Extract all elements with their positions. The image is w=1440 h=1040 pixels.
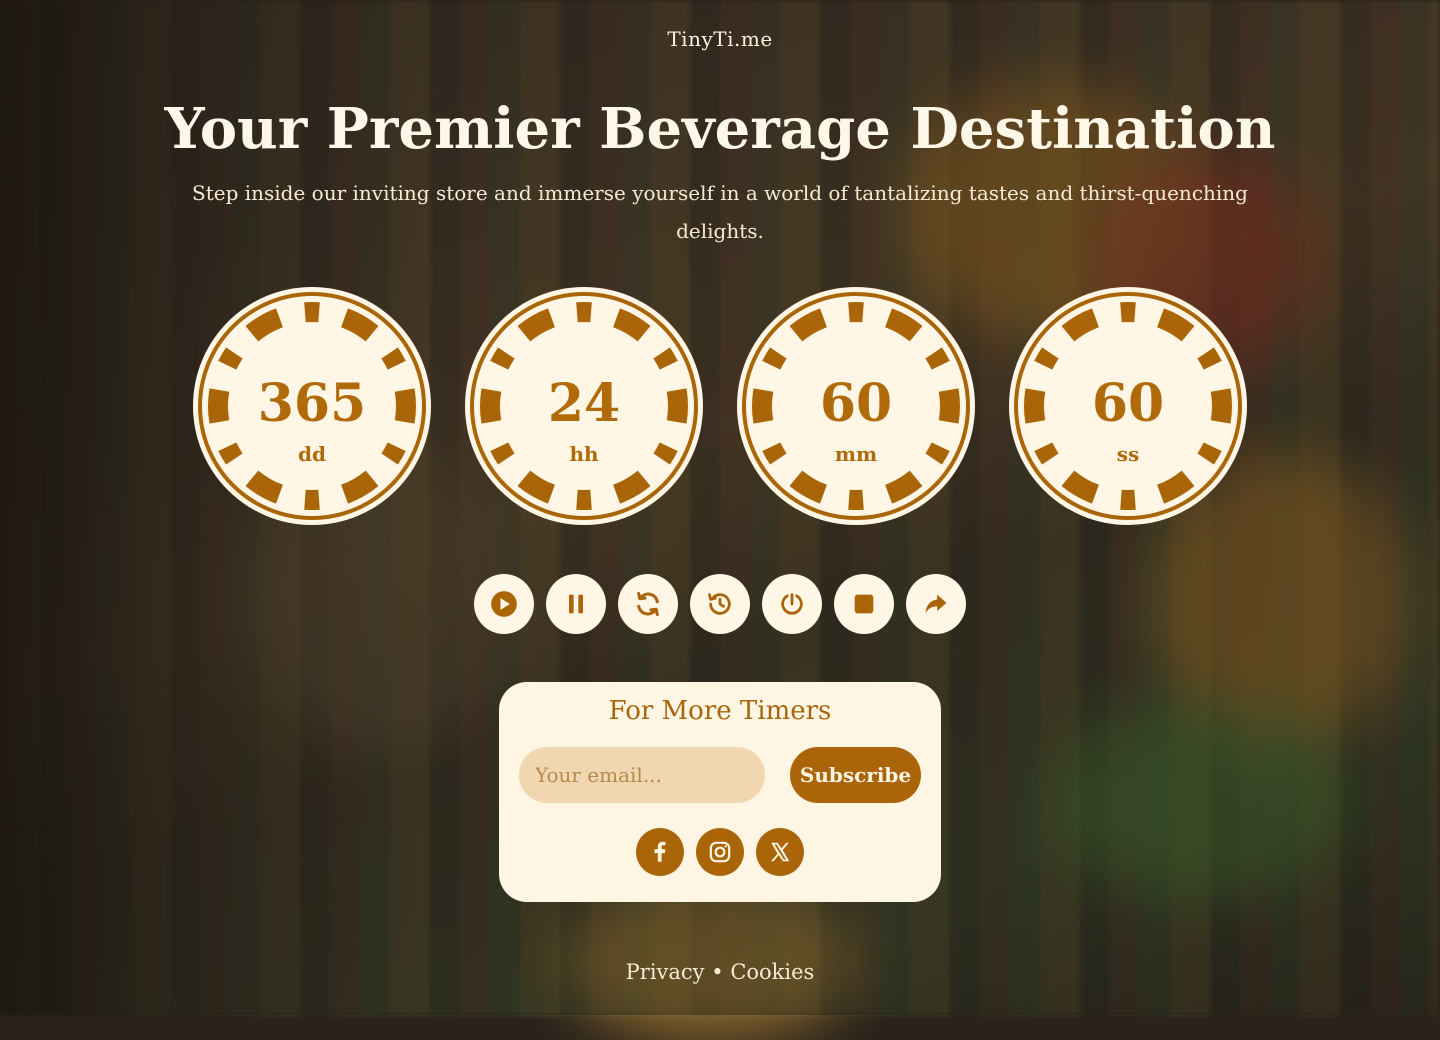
- timer-hours-unit: hh: [569, 442, 599, 466]
- page-subtitle: Step inside our inviting store and immer…: [192, 181, 1248, 243]
- subscribe-title: For More Timers: [608, 696, 832, 726]
- email-field[interactable]: [519, 747, 765, 803]
- timer-controls: [474, 574, 974, 634]
- stop-icon: [854, 594, 874, 614]
- pause-icon: [569, 594, 583, 614]
- timer-days-value: 365: [257, 373, 367, 434]
- dial-segment: [848, 302, 864, 323]
- page: TinyTi.me Your Premier Beverage Destinat…: [0, 0, 1440, 1015]
- footer-separator: •: [711, 960, 724, 984]
- dial-segment: [304, 489, 320, 510]
- social-links: [636, 828, 806, 876]
- instagram-icon: [709, 841, 731, 863]
- play-icon: [491, 591, 517, 617]
- privacy-link[interactable]: Privacy: [626, 960, 705, 984]
- timer-hours: 24 hh: [464, 286, 704, 526]
- pause-button[interactable]: [546, 574, 606, 634]
- refresh-icon: [637, 591, 659, 617]
- timer-minutes-unit: mm: [834, 442, 878, 466]
- stop-button[interactable]: [834, 574, 894, 634]
- footer: Privacy • Cookies: [0, 960, 1440, 984]
- subscribe-button[interactable]: Subscribe: [790, 747, 921, 803]
- timer-minutes-value: 60: [819, 373, 893, 434]
- history-button[interactable]: [690, 574, 750, 634]
- timer-seconds: 60 ss: [1008, 286, 1248, 526]
- share-button[interactable]: [906, 574, 966, 634]
- countdown: 365 dd 24 hh 60 mm 60 ss: [192, 286, 1248, 526]
- page-title: Your Premier Beverage Destination: [164, 96, 1276, 162]
- timer-seconds-value: 60: [1091, 373, 1165, 434]
- play-button[interactable]: [474, 574, 534, 634]
- subscribe-card: For More Timers Subscribe: [499, 682, 941, 902]
- refresh-button[interactable]: [618, 574, 678, 634]
- timer-seconds-unit: ss: [1116, 442, 1140, 466]
- cookies-link[interactable]: Cookies: [730, 960, 814, 984]
- timer-reset-icon: [781, 593, 803, 615]
- facebook-icon: [654, 841, 666, 862]
- facebook-link[interactable]: [636, 828, 684, 876]
- instagram-link[interactable]: [696, 828, 744, 876]
- x-link[interactable]: [756, 828, 804, 876]
- timer-minutes: 60 mm: [736, 286, 976, 526]
- dial-segment: [848, 489, 864, 510]
- dial-segment: [1120, 302, 1136, 323]
- dial-segment: [576, 489, 592, 510]
- timer-reset-button[interactable]: [762, 574, 822, 634]
- dial-segment: [1120, 489, 1136, 510]
- share-icon: [925, 594, 947, 614]
- timer-days: 365 dd: [192, 286, 432, 526]
- timer-hours-value: 24: [547, 373, 621, 434]
- brand-logo[interactable]: TinyTi.me: [0, 27, 1440, 51]
- timer-days-unit: dd: [298, 442, 326, 466]
- dial-segment: [576, 302, 592, 323]
- dial-segment: [304, 302, 320, 323]
- history-icon: [708, 593, 731, 615]
- x-icon: [771, 842, 790, 862]
